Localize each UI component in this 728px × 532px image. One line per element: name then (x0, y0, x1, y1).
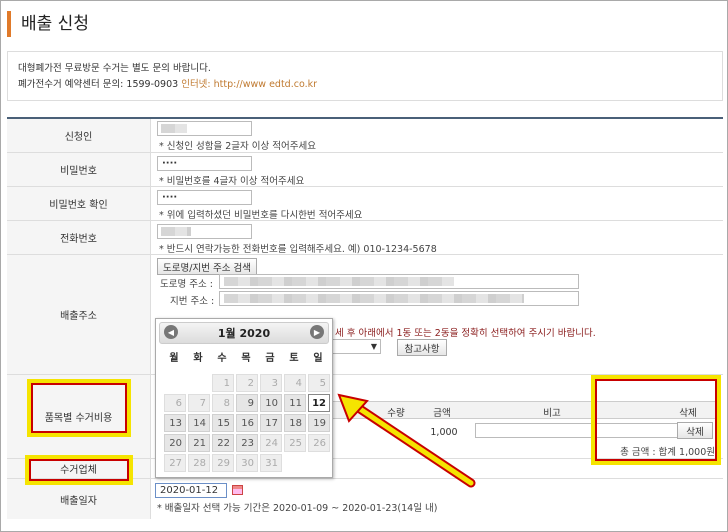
row-password-confirm: 비밀번호 확인 ···· * 위에 입력하셨던 비밀번호를 다시한번 적어주세요 (7, 187, 723, 221)
password-hint: * 비밀번호를 4글자 이상 적어주세요 (159, 176, 305, 187)
row-address: 배출주소 도로명/지번 주소 검색 도로명 주소 : 지번 주소 : 세 후 아… (7, 255, 723, 375)
weekday-label: 목 (241, 353, 251, 364)
calendar-day: 6 (164, 394, 186, 412)
page-title: 배출 신청 (21, 14, 89, 34)
weekday-label: 수 (217, 353, 227, 364)
calendar-day: 2 (236, 374, 258, 392)
weekday-label: 월 (169, 353, 179, 364)
calendar-day[interactable]: 13 (164, 414, 186, 432)
col-note: 비고 (543, 408, 561, 419)
password-confirm-input[interactable]: ···· (157, 190, 252, 205)
password-confirm-hint: * 위에 입력하셨던 비밀번호를 다시한번 적어주세요 (159, 210, 363, 221)
value-phone: * 반드시 연락가능한 전화번호를 입력해주세요. 예) 010-1234-56… (157, 221, 723, 255)
row-phone: 전화번호 * 반드시 연락가능한 전화번호를 입력해주세요. 예) 010-12… (7, 221, 723, 255)
highlight-item-fee-table (591, 375, 721, 465)
row-applicant: 신청인 * 신청인 성함을 2글자 이상 적어주세요 (7, 119, 723, 153)
calendar-day[interactable]: 17 (260, 414, 282, 432)
chevron-down-icon: ▼ (370, 342, 377, 351)
calendar-day[interactable]: 21 (188, 434, 210, 452)
calendar-day: 29 (212, 454, 234, 472)
value-password-confirm: ···· * 위에 입력하셨던 비밀번호를 다시한번 적어주세요 (157, 187, 723, 221)
calendar-day[interactable]: 16 (236, 414, 258, 432)
value-password: ···· * 비밀번호를 4글자 이상 적어주세요 (157, 153, 723, 187)
label-password-confirm: 비밀번호 확인 (7, 187, 151, 220)
calendar-day[interactable]: 18 (284, 414, 306, 432)
highlight-discharge-date-label (25, 455, 133, 485)
calendar-day[interactable]: 19 (308, 414, 330, 432)
label-discharge-date: 배출일자 (7, 479, 151, 519)
calendar-day: 31 (260, 454, 282, 472)
calendar-day: 30 (236, 454, 258, 472)
calendar-day[interactable]: 10 (260, 394, 282, 412)
next-month-icon[interactable]: ▶ (310, 325, 324, 339)
reference-button[interactable]: 참고사항 (397, 339, 447, 356)
notice-line-2: 폐가전수거 예약센터 문의: 1599-0903 인터넷: http://www… (18, 77, 712, 93)
calendar-day[interactable]: 9 (236, 394, 258, 412)
blurred-road-address (224, 277, 454, 286)
lot-address-input[interactable] (219, 291, 579, 306)
address-instruction: 세 후 아래에서 1동 또는 2동을 정확히 선택하여 주시기 바랍니다. (335, 328, 596, 339)
calendar-day[interactable]: 20 (164, 434, 186, 452)
blurred-name (161, 124, 187, 133)
applicant-input[interactable] (157, 121, 252, 136)
road-address-input[interactable] (219, 274, 579, 289)
calendar-day[interactable]: 14 (188, 414, 210, 432)
blurred-lot-address (224, 294, 524, 303)
calendar-day: 8 (212, 394, 234, 412)
weekday-label: 화 (193, 353, 203, 364)
calendar-day[interactable]: 11 (284, 394, 306, 412)
calendar-day[interactable]: 23 (236, 434, 258, 452)
label-applicant: 신청인 (7, 119, 151, 152)
road-address-label: 도로명 주소 : (160, 279, 213, 290)
calendar-day: 7 (188, 394, 210, 412)
prev-month-icon[interactable]: ◀ (164, 325, 178, 339)
calendar-day: 4 (284, 374, 306, 392)
address-search-button[interactable]: 도로명/지번 주소 검색 (157, 258, 257, 275)
pointer-arrow-icon (337, 393, 476, 488)
calendar-day: 25 (284, 434, 306, 452)
selected-day[interactable]: 12 (308, 394, 330, 412)
notice-box: 대형폐가전 무료방문 수거는 별도 문의 바랍니다. 폐가전수거 예약센터 문의… (7, 51, 723, 101)
calendar-day: 27 (164, 454, 186, 472)
discharge-date-input[interactable]: 2020-01-12 (155, 483, 227, 498)
datepicker-popup: 1월 2020 ◀ ▶ 월 화 수 목 금 토 일 1 2 3 4 5 6 7 8 9 10 11 12 13 14 15… (155, 318, 333, 478)
label-address: 배출주소 (7, 255, 151, 374)
calendar-icon[interactable] (232, 485, 243, 495)
phone-hint: * 반드시 연락가능한 전화번호를 입력해주세요. 예) 010-1234-56… (159, 244, 437, 255)
weekday-label: 일 (313, 353, 323, 364)
page-frame: 배출 신청 대형폐가전 무료방문 수거는 별도 문의 바랍니다. 폐가전수거 예… (0, 0, 728, 532)
calendar-day: 1 (212, 374, 234, 392)
value-applicant: * 신청인 성함을 2글자 이상 적어주세요 (157, 119, 723, 152)
calendar-day: 3 (260, 374, 282, 392)
weekday-label: 금 (265, 353, 275, 364)
notice-phone: 폐가전수거 예약센터 문의: 1599-0903 (18, 79, 182, 90)
datepicker-month-label: 1월 2020 (217, 327, 271, 340)
label-password: 비밀번호 (7, 153, 151, 186)
page-title-bar: 배출 신청 (7, 11, 89, 37)
lot-address-label: 지번 주소 : (170, 296, 215, 307)
calendar-day[interactable]: 15 (212, 414, 234, 432)
notice-website-link[interactable]: 인터넷: http://www edtd.co.kr (181, 79, 317, 90)
highlight-item-fee-label (27, 379, 131, 437)
calendar-day[interactable]: 22 (212, 434, 234, 452)
building-select[interactable]: ▼ (329, 339, 381, 354)
calendar-day: 26 (308, 434, 330, 452)
label-phone: 전화번호 (7, 221, 151, 254)
calendar-day: 24 (260, 434, 282, 452)
row-password: 비밀번호 ···· * 비밀번호를 4글자 이상 적어주세요 (7, 153, 723, 187)
phone-input[interactable] (157, 224, 252, 239)
datepicker-header: 1월 2020 (159, 322, 329, 344)
discharge-date-hint: * 배출일자 선택 가능 기간은 2020-01-09 ~ 2020-01-23… (157, 503, 438, 514)
weekday-label: 토 (289, 353, 299, 364)
notice-line-1: 대형폐가전 무료방문 수거는 별도 문의 바랍니다. (18, 63, 211, 74)
calendar-day: 28 (188, 454, 210, 472)
applicant-hint: * 신청인 성함을 2글자 이상 적어주세요 (159, 141, 316, 152)
calendar-day: 5 (308, 374, 330, 392)
blurred-phone (161, 227, 191, 236)
password-input[interactable]: ···· (157, 156, 252, 171)
